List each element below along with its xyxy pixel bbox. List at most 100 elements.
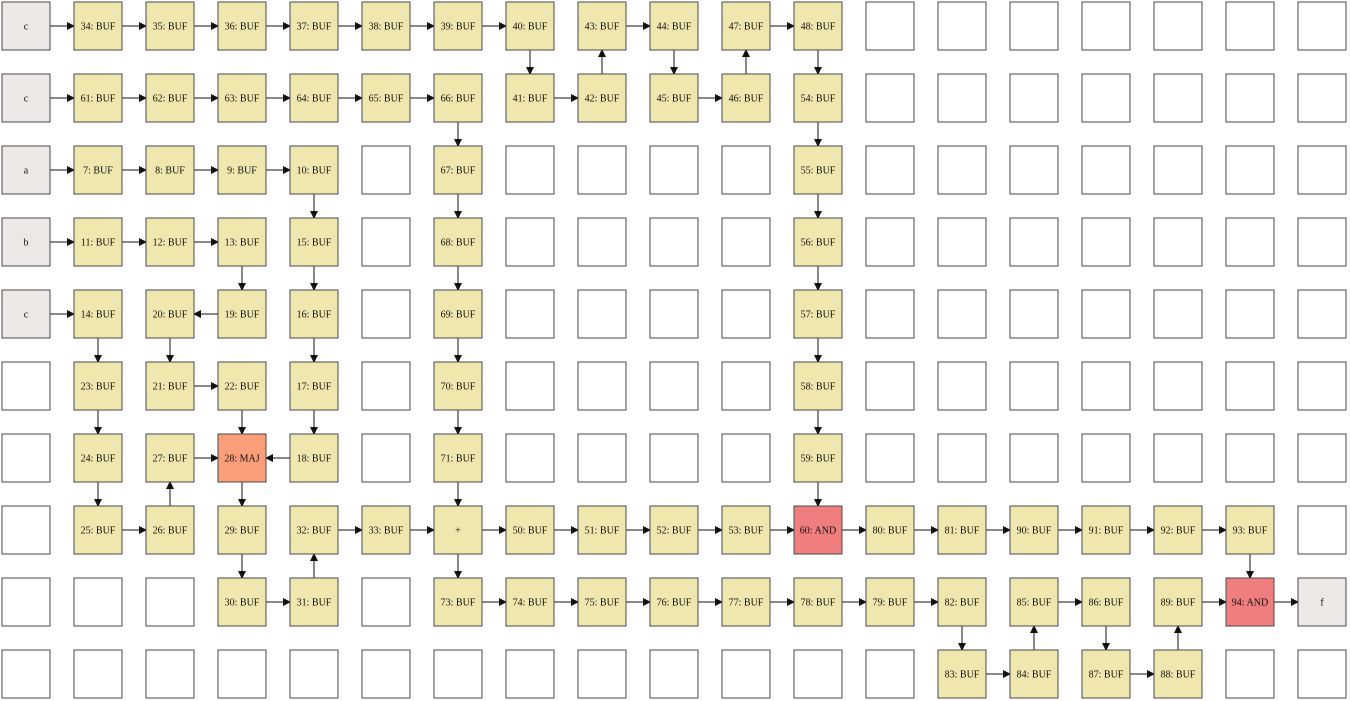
cell-box bbox=[1009, 217, 1059, 267]
cell-box bbox=[1153, 145, 1203, 195]
buf-gate: 35: BUF bbox=[145, 1, 195, 51]
buf-gate: 40: BUF bbox=[505, 1, 555, 51]
empty-cell bbox=[1009, 1, 1059, 51]
cell-label: 8: BUF bbox=[155, 166, 185, 177]
cell-box bbox=[937, 217, 987, 267]
empty-cell bbox=[865, 649, 915, 699]
cell-box bbox=[1225, 217, 1275, 267]
cell-box bbox=[289, 649, 339, 699]
buf-gate: 93: BUF bbox=[1225, 505, 1275, 555]
empty-cell bbox=[1225, 433, 1275, 483]
empty-cell bbox=[505, 649, 555, 699]
cell-box bbox=[1153, 361, 1203, 411]
empty-cell bbox=[1225, 145, 1275, 195]
empty-cell bbox=[577, 433, 627, 483]
cell-label: 93: BUF bbox=[1233, 526, 1268, 537]
empty-cell bbox=[145, 649, 195, 699]
cell-label: 66: BUF bbox=[441, 94, 476, 105]
cell-box bbox=[505, 217, 555, 267]
buf-gate: 69: BUF bbox=[433, 289, 483, 339]
empty-cell bbox=[721, 145, 771, 195]
cell-label: 55: BUF bbox=[801, 166, 836, 177]
buf-gate: 83: BUF bbox=[937, 649, 987, 699]
cell-box bbox=[505, 145, 555, 195]
cell-label: 67: BUF bbox=[441, 166, 476, 177]
buf-gate: 42: BUF bbox=[577, 73, 627, 123]
cell-label: 60: AND bbox=[800, 526, 836, 537]
cell-label: 31: BUF bbox=[297, 598, 332, 609]
cell-label: 29: BUF bbox=[225, 526, 260, 537]
cell-label: 83: BUF bbox=[945, 670, 980, 681]
buf-gate: 70: BUF bbox=[433, 361, 483, 411]
buf-gate: 13: BUF bbox=[217, 217, 267, 267]
cell-box bbox=[361, 289, 411, 339]
cell-box bbox=[1297, 649, 1347, 699]
cell-label: 73: BUF bbox=[441, 598, 476, 609]
empty-cell bbox=[937, 145, 987, 195]
cell-label: 76: BUF bbox=[657, 598, 692, 609]
cell-box bbox=[1225, 361, 1275, 411]
empty-cell bbox=[649, 649, 699, 699]
cell-label: 21: BUF bbox=[153, 382, 188, 393]
cell-box bbox=[577, 433, 627, 483]
empty-cell bbox=[361, 217, 411, 267]
cell-label: 90: BUF bbox=[1017, 526, 1052, 537]
cell-box bbox=[1297, 361, 1347, 411]
empty-cell bbox=[1297, 361, 1347, 411]
cell-label: 48: BUF bbox=[801, 22, 836, 33]
cell-box bbox=[1153, 433, 1203, 483]
buf-gate: 44: BUF bbox=[649, 1, 699, 51]
buf-gate: 82: BUF bbox=[937, 577, 987, 627]
buf-gate: 87: BUF bbox=[1081, 649, 1131, 699]
buf-gate: 85: BUF bbox=[1009, 577, 1059, 627]
empty-cell bbox=[1, 433, 51, 483]
cell-label: 22: BUF bbox=[225, 382, 260, 393]
buf-gate: 91: BUF bbox=[1081, 505, 1131, 555]
buf-gate: 61: BUF bbox=[73, 73, 123, 123]
empty-cell bbox=[1081, 433, 1131, 483]
buf-gate: 57: BUF bbox=[793, 289, 843, 339]
circuit-grid: c 34: BUF 35: BUF 36: BUF 37: BUF 38: BUF 39: … bbox=[1, 1, 1347, 699]
cell-label: 79: BUF bbox=[873, 598, 908, 609]
empty-cell bbox=[1297, 145, 1347, 195]
cell-label: 13: BUF bbox=[225, 238, 260, 249]
empty-cell bbox=[1153, 145, 1203, 195]
cell-label: 52: BUF bbox=[657, 526, 692, 537]
cell-box bbox=[1009, 289, 1059, 339]
buf-gate: 65: BUF bbox=[361, 73, 411, 123]
cell-label: 23: BUF bbox=[81, 382, 116, 393]
empty-cell bbox=[1153, 289, 1203, 339]
cell-label: 89: BUF bbox=[1161, 598, 1196, 609]
empty-cell bbox=[865, 217, 915, 267]
buf-gate: 38: BUF bbox=[361, 1, 411, 51]
empty-cell bbox=[1225, 289, 1275, 339]
cell-box bbox=[145, 649, 195, 699]
cell-box bbox=[1153, 289, 1203, 339]
empty-cell bbox=[1153, 1, 1203, 51]
cell-label: 71: BUF bbox=[441, 454, 476, 465]
empty-cell bbox=[1081, 289, 1131, 339]
empty-cell bbox=[1009, 361, 1059, 411]
cell-box bbox=[1297, 289, 1347, 339]
cell-box bbox=[721, 361, 771, 411]
cell-label: c bbox=[24, 22, 29, 33]
cell-box bbox=[1081, 361, 1131, 411]
cell-label: 33: BUF bbox=[369, 526, 404, 537]
empty-cell bbox=[1225, 361, 1275, 411]
cell-box bbox=[361, 577, 411, 627]
cell-box bbox=[793, 649, 843, 699]
buf-gate: 62: BUF bbox=[145, 73, 195, 123]
cell-box bbox=[1009, 433, 1059, 483]
buf-gate: 21: BUF bbox=[145, 361, 195, 411]
empty-cell bbox=[1297, 433, 1347, 483]
cell-box bbox=[361, 361, 411, 411]
cell-label: 34: BUF bbox=[81, 22, 116, 33]
cell-label: 43: BUF bbox=[585, 22, 620, 33]
cell-label: 92: BUF bbox=[1161, 526, 1196, 537]
empty-cell bbox=[217, 649, 267, 699]
empty-cell bbox=[937, 73, 987, 123]
cell-box bbox=[577, 649, 627, 699]
cell-box bbox=[649, 145, 699, 195]
and-gate: 94: AND bbox=[1225, 577, 1275, 627]
empty-cell bbox=[721, 433, 771, 483]
